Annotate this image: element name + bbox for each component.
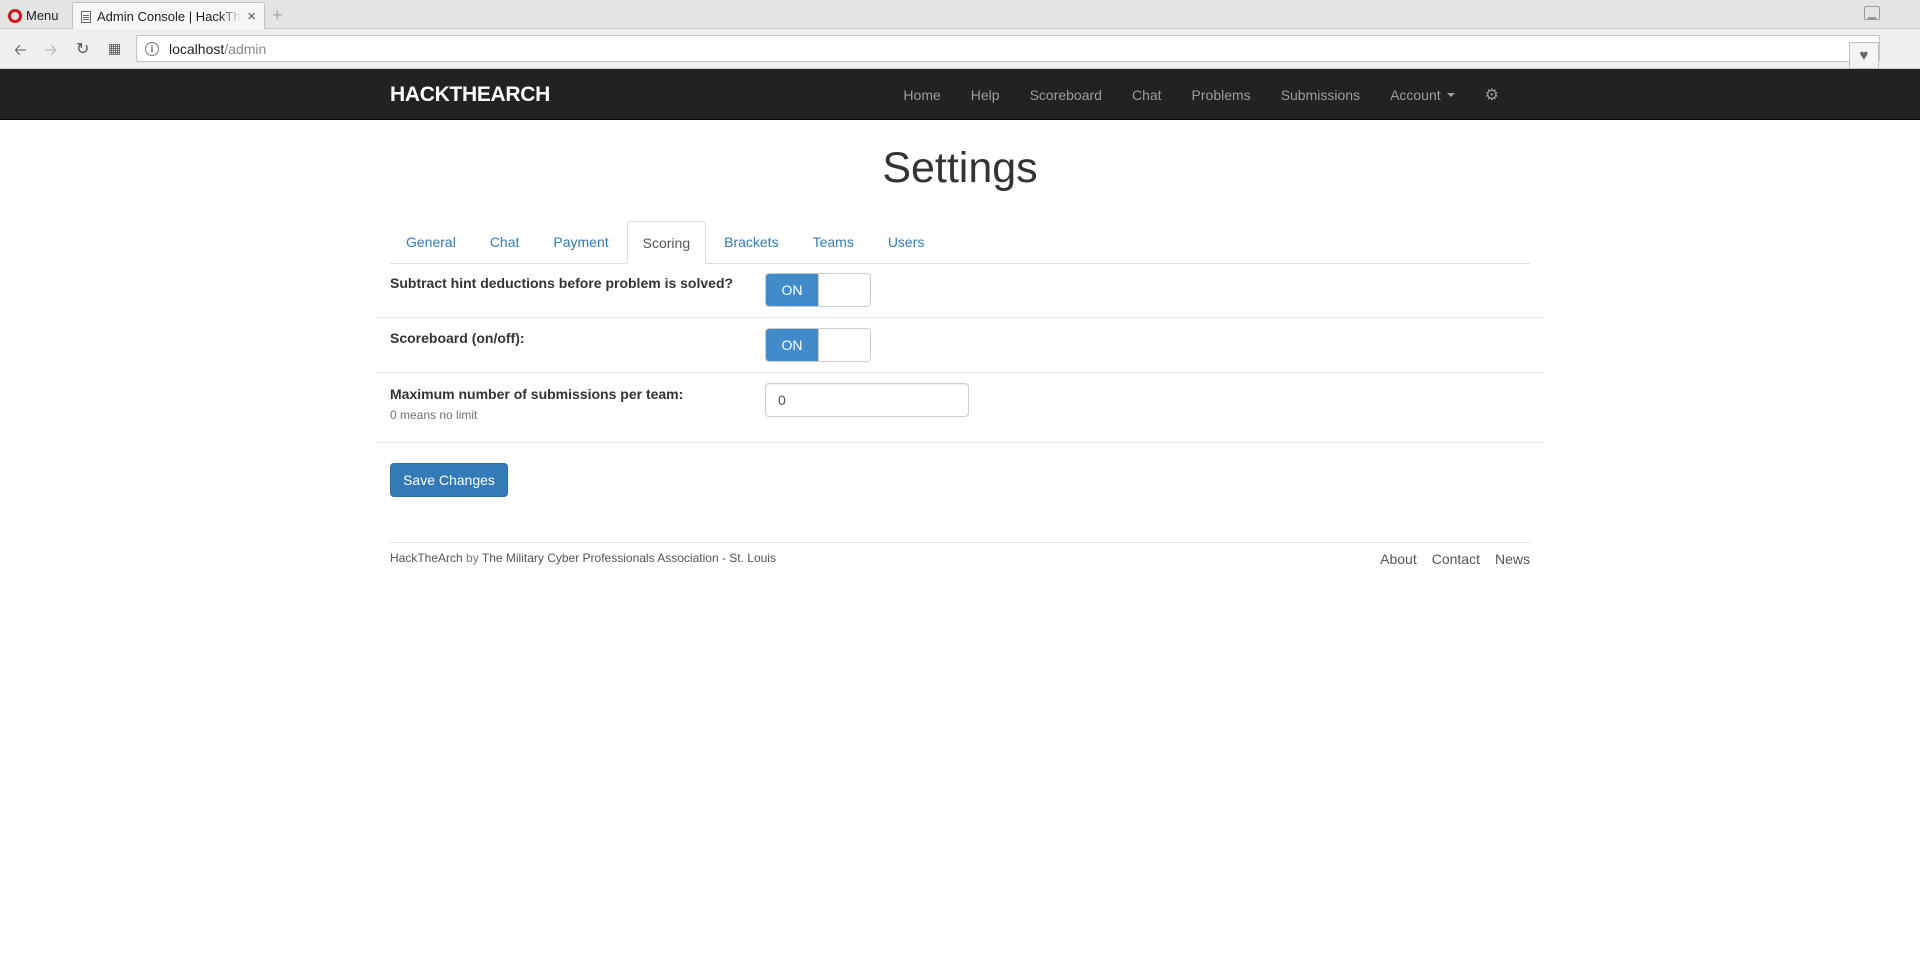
setting-row-scoreboard: Scoreboard (on/off): ON (375, 318, 1545, 373)
tab-payment[interactable]: Payment (537, 221, 624, 263)
arrow-left-icon[interactable]: 🡠 (14, 39, 27, 66)
footer-org-link[interactable]: The Military Cyber Professionals Associa… (482, 551, 776, 565)
tab-menu-icon[interactable] (1864, 6, 1880, 20)
nav-problems[interactable]: Problems (1177, 87, 1266, 103)
opera-logo-icon (8, 8, 22, 23)
url-host: localhost (169, 40, 225, 57)
site-brand[interactable]: HACKTHEARCH (390, 83, 550, 107)
arrow-right-icon[interactable]: 🡢 (44, 39, 57, 66)
url-input[interactable]: i localhost/admin ♥ (136, 35, 1880, 69)
max-submissions-help: 0 means no limit (390, 408, 478, 422)
nav-chat[interactable]: Chat (1117, 87, 1177, 103)
hint-deductions-toggle[interactable]: ON (765, 273, 871, 307)
nav-account-dropdown[interactable]: Account (1375, 87, 1470, 103)
settings-tabs: General Chat Payment Scoring Brackets Te… (390, 221, 1530, 264)
footer-credits: HackTheArch by The Military Cyber Profes… (390, 551, 776, 565)
toggle-on-label: ON (766, 329, 818, 361)
hint-deductions-label: Subtract hint deductions before problem … (390, 275, 734, 291)
browser-tab-active[interactable]: Admin Console | HackTheArch × (72, 2, 265, 30)
page-icon (81, 10, 91, 23)
tab-brackets[interactable]: Brackets (708, 221, 794, 263)
nav-submissions[interactable]: Submissions (1266, 87, 1375, 103)
footer-by: by (466, 551, 479, 565)
toggle-off-handle (818, 329, 870, 361)
tab-users[interactable]: Users (872, 221, 941, 263)
navbar-links: Home Help Scoreboard Chat Problems Submi… (888, 69, 1514, 120)
scoreboard-label: Scoreboard (on/off): (390, 330, 525, 346)
reload-icon[interactable]: ↻ (76, 39, 89, 59)
nav-account-label: Account (1390, 86, 1441, 103)
site-info-icon[interactable]: i (145, 41, 159, 56)
page-title: Settings (882, 144, 1038, 192)
tab-chat[interactable]: Chat (474, 221, 536, 263)
footer-link-about[interactable]: About (1380, 551, 1417, 567)
footer-link-contact[interactable]: Contact (1432, 551, 1480, 567)
nav-home[interactable]: Home (888, 87, 955, 103)
tab-teams[interactable]: Teams (797, 221, 870, 263)
footer-site-name: HackTheArch (390, 551, 463, 565)
save-changes-button[interactable]: Save Changes (390, 463, 508, 497)
browser-tab-bar: Menu Admin Console | HackTheArch × + (0, 0, 1920, 30)
nav-help[interactable]: Help (956, 87, 1015, 103)
new-tab-icon[interactable]: + (272, 5, 283, 26)
browser-address-bar: 🡠 🡢 ↻ ▦ i localhost/admin ♥ (0, 29, 1920, 69)
scoreboard-toggle[interactable]: ON (765, 328, 871, 362)
grid-icon[interactable]: ▦ (108, 40, 121, 57)
setting-row-max-submissions: Maximum number of submissions per team: … (375, 373, 1545, 443)
heart-icon[interactable]: ♥ (1849, 42, 1879, 69)
footer-links: About Contact News (1365, 551, 1530, 567)
tab-scoring[interactable]: Scoring (626, 221, 707, 264)
url-path: /admin (224, 40, 267, 57)
browser-menu-button[interactable]: Menu (8, 7, 59, 24)
gear-icon[interactable]: ⚙ (1470, 85, 1514, 105)
toggle-off-handle (818, 274, 870, 306)
tab-general[interactable]: General (390, 221, 472, 263)
max-submissions-label: Maximum number of submissions per team: (390, 386, 684, 402)
close-tab-icon[interactable]: × (247, 8, 256, 25)
browser-tab-title: Admin Console | HackTheArch (97, 9, 241, 24)
toggle-on-label: ON (766, 274, 818, 306)
max-submissions-input[interactable] (765, 383, 969, 417)
site-navbar: HACKTHEARCH Home Help Scoreboard Chat Pr… (0, 69, 1920, 120)
site-footer: HackTheArch by The Military Cyber Profes… (390, 542, 1530, 582)
setting-row-hint-deductions: Subtract hint deductions before problem … (375, 263, 1545, 318)
nav-scoreboard[interactable]: Scoreboard (1015, 87, 1117, 103)
footer-link-news[interactable]: News (1495, 551, 1530, 567)
caret-down-icon (1446, 92, 1455, 97)
browser-menu-label: Menu (26, 8, 59, 23)
